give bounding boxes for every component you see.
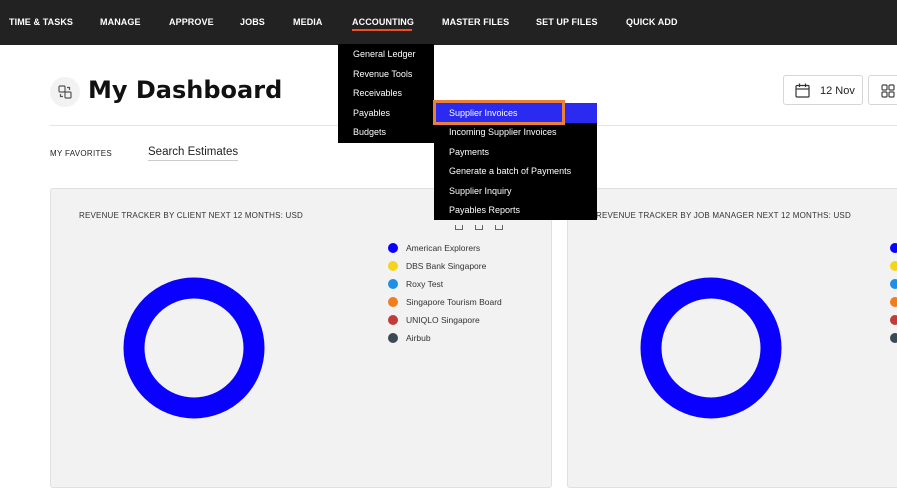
nav-quick-add[interactable]: QUICK ADD bbox=[626, 17, 678, 27]
nav-active-underline bbox=[352, 29, 412, 31]
card-title: REVENUE TRACKER BY CLIENT NEXT 12 MONTHS… bbox=[79, 211, 304, 220]
menu-item-receivables[interactable]: Receivables bbox=[353, 88, 402, 98]
legend-dot bbox=[388, 315, 398, 325]
nav-set-up-files[interactable]: SET UP FILES bbox=[536, 17, 598, 27]
menu-item-budgets[interactable]: Budgets bbox=[353, 127, 386, 137]
legend-item[interactable]: American Explorers bbox=[388, 239, 502, 257]
legend-dot bbox=[388, 243, 398, 253]
legend-label: American Explorers bbox=[406, 243, 481, 253]
legend-label: Singapore Tourism Board bbox=[406, 297, 502, 307]
accounting-dropdown: General Ledger Revenue Tools Receivables… bbox=[338, 44, 434, 143]
card-tool-icon[interactable] bbox=[455, 225, 463, 230]
nav-master-files[interactable]: MASTER FILES bbox=[442, 17, 509, 27]
legend-dot bbox=[388, 297, 398, 307]
card-tool-icon[interactable] bbox=[475, 225, 483, 230]
legend-dot bbox=[388, 333, 398, 343]
date-label: 12 Nov bbox=[820, 85, 855, 97]
legend-dot bbox=[388, 279, 398, 289]
legend-dot bbox=[890, 333, 897, 343]
legend-label: UNIQLO Singapore bbox=[406, 315, 480, 325]
legend-item[interactable]: UNIQLO Singapore bbox=[388, 311, 502, 329]
legend-item[interactable]: Roxy Test bbox=[388, 275, 502, 293]
legend-label: Roxy Test bbox=[406, 279, 444, 289]
date-picker-button[interactable]: 12 Nov bbox=[783, 75, 863, 105]
favorites-label: MY FAVORITES bbox=[50, 149, 112, 158]
menu-item-generate-batch-payments[interactable]: Generate a batch of Payments bbox=[449, 166, 571, 176]
donut-ring bbox=[123, 277, 265, 419]
menu-item-payments[interactable]: Payments bbox=[449, 147, 489, 157]
nav-time-tasks[interactable]: TIME & TASKS bbox=[9, 17, 73, 27]
legend-dot bbox=[890, 315, 897, 325]
revenue-by-client-card: REVENUE TRACKER BY CLIENT NEXT 12 MONTHS… bbox=[50, 188, 552, 488]
menu-item-payables[interactable]: Payables bbox=[353, 108, 390, 118]
legend-label: Airbub bbox=[406, 333, 431, 343]
top-nav: TIME & TASKS MANAGE APPROVE JOBS MEDIA A… bbox=[0, 0, 897, 45]
legend-dot bbox=[890, 279, 897, 289]
menu-item-revenue-tools[interactable]: Revenue Tools bbox=[353, 69, 412, 79]
legend-item[interactable]: DBS Bank Singapore bbox=[388, 257, 502, 275]
donut-ring bbox=[640, 277, 782, 419]
nav-media[interactable]: MEDIA bbox=[293, 17, 323, 27]
chart-legend bbox=[890, 239, 897, 347]
donut-chart[interactable] bbox=[640, 277, 782, 419]
legend-dot bbox=[890, 297, 897, 307]
menu-item-supplier-inquiry[interactable]: Supplier Inquiry bbox=[449, 186, 512, 196]
grid-icon bbox=[881, 84, 895, 98]
legend-dot bbox=[890, 243, 897, 253]
card-title: REVENUE TRACKER BY JOB MANAGER NEXT 12 M… bbox=[596, 211, 851, 220]
donut-chart[interactable] bbox=[123, 277, 265, 419]
card-tool-icon[interactable] bbox=[495, 225, 503, 230]
dashboard-swap-icon[interactable] bbox=[50, 77, 80, 107]
nav-manage[interactable]: MANAGE bbox=[100, 17, 141, 27]
legend-dot bbox=[890, 261, 897, 271]
chart-legend: American Explorers DBS Bank Singapore Ro… bbox=[388, 239, 502, 347]
menu-item-payables-reports[interactable]: Payables Reports bbox=[449, 205, 520, 215]
legend-dot bbox=[388, 261, 398, 271]
calendar-icon bbox=[795, 83, 810, 103]
legend-item[interactable]: Singapore Tourism Board bbox=[388, 293, 502, 311]
nav-jobs[interactable]: JOBS bbox=[240, 17, 265, 27]
focus-highlight-box bbox=[433, 100, 565, 125]
legend-item[interactable]: Airbub bbox=[388, 329, 502, 347]
menu-item-general-ledger[interactable]: General Ledger bbox=[353, 49, 416, 59]
menu-item-incoming-supplier-invoices[interactable]: Incoming Supplier Invoices bbox=[449, 127, 557, 137]
page-title: My Dashboard bbox=[88, 76, 283, 104]
nav-approve[interactable]: APPROVE bbox=[169, 17, 214, 27]
legend-label: DBS Bank Singapore bbox=[406, 261, 487, 271]
favorite-link-search-estimates[interactable]: Search Estimates bbox=[148, 146, 239, 161]
nav-accounting[interactable]: ACCOUNTING bbox=[352, 17, 414, 27]
revenue-by-job-manager-card: REVENUE TRACKER BY JOB MANAGER NEXT 12 M… bbox=[567, 188, 897, 488]
layout-grid-button[interactable] bbox=[868, 75, 897, 105]
